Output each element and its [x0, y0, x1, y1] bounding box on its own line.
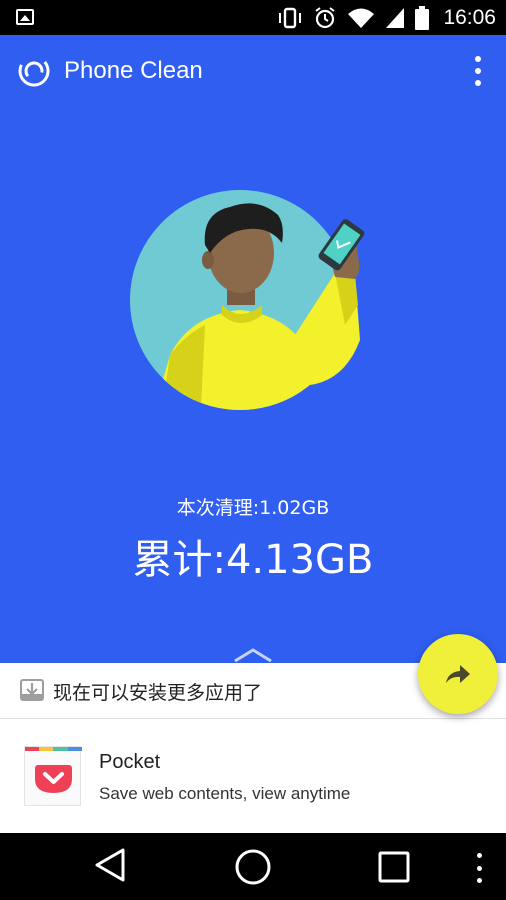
install-prompt-text: 现在可以安装更多应用了	[53, 682, 263, 704]
home-icon[interactable]	[234, 848, 272, 886]
dot-icon	[475, 56, 481, 62]
alarm-icon	[315, 7, 336, 29]
dot-icon	[476, 878, 482, 883]
pocket-app-icon	[24, 746, 82, 806]
battery-icon	[415, 6, 430, 30]
nav-menu-button[interactable]	[468, 853, 490, 883]
recommended-app-item[interactable]: Pocket Save web contents, view anytime	[0, 720, 506, 833]
app-description: Save web contents, view anytime	[99, 784, 351, 803]
back-icon[interactable]	[93, 847, 127, 883]
app-logo-icon	[18, 55, 50, 87]
dot-icon	[475, 68, 481, 74]
dot-icon	[476, 853, 482, 858]
person-with-phone-illustration	[130, 190, 365, 410]
navigation-bar	[0, 833, 506, 900]
dot-icon	[475, 80, 481, 86]
share-button[interactable]	[418, 634, 498, 714]
wifi-icon	[348, 8, 375, 28]
signal-icon	[386, 8, 405, 28]
session-clean-size: 本次清理:1.02GB	[176, 497, 330, 519]
status-bar: 16:06	[0, 0, 506, 35]
download-icon	[20, 679, 44, 701]
chevron-up-icon[interactable]	[233, 647, 273, 663]
vibrate-icon	[279, 7, 302, 29]
image-notification-icon	[16, 9, 34, 25]
recents-icon[interactable]	[378, 851, 410, 883]
app-title: Phone Clean	[64, 57, 203, 84]
app-name: Pocket	[99, 751, 161, 773]
phone-clean-main: Phone Clean 本次清理:1.02GB 累计:4.13GB	[0, 35, 506, 663]
status-time: 16:06	[443, 6, 496, 29]
overflow-menu-button[interactable]	[464, 53, 492, 89]
total-clean-size: 累计:4.13GB	[132, 537, 374, 583]
status-icons: 16:06	[277, 4, 496, 32]
dot-icon	[476, 865, 482, 871]
app-header: Phone Clean	[0, 35, 506, 107]
share-arrow-icon	[446, 665, 470, 683]
